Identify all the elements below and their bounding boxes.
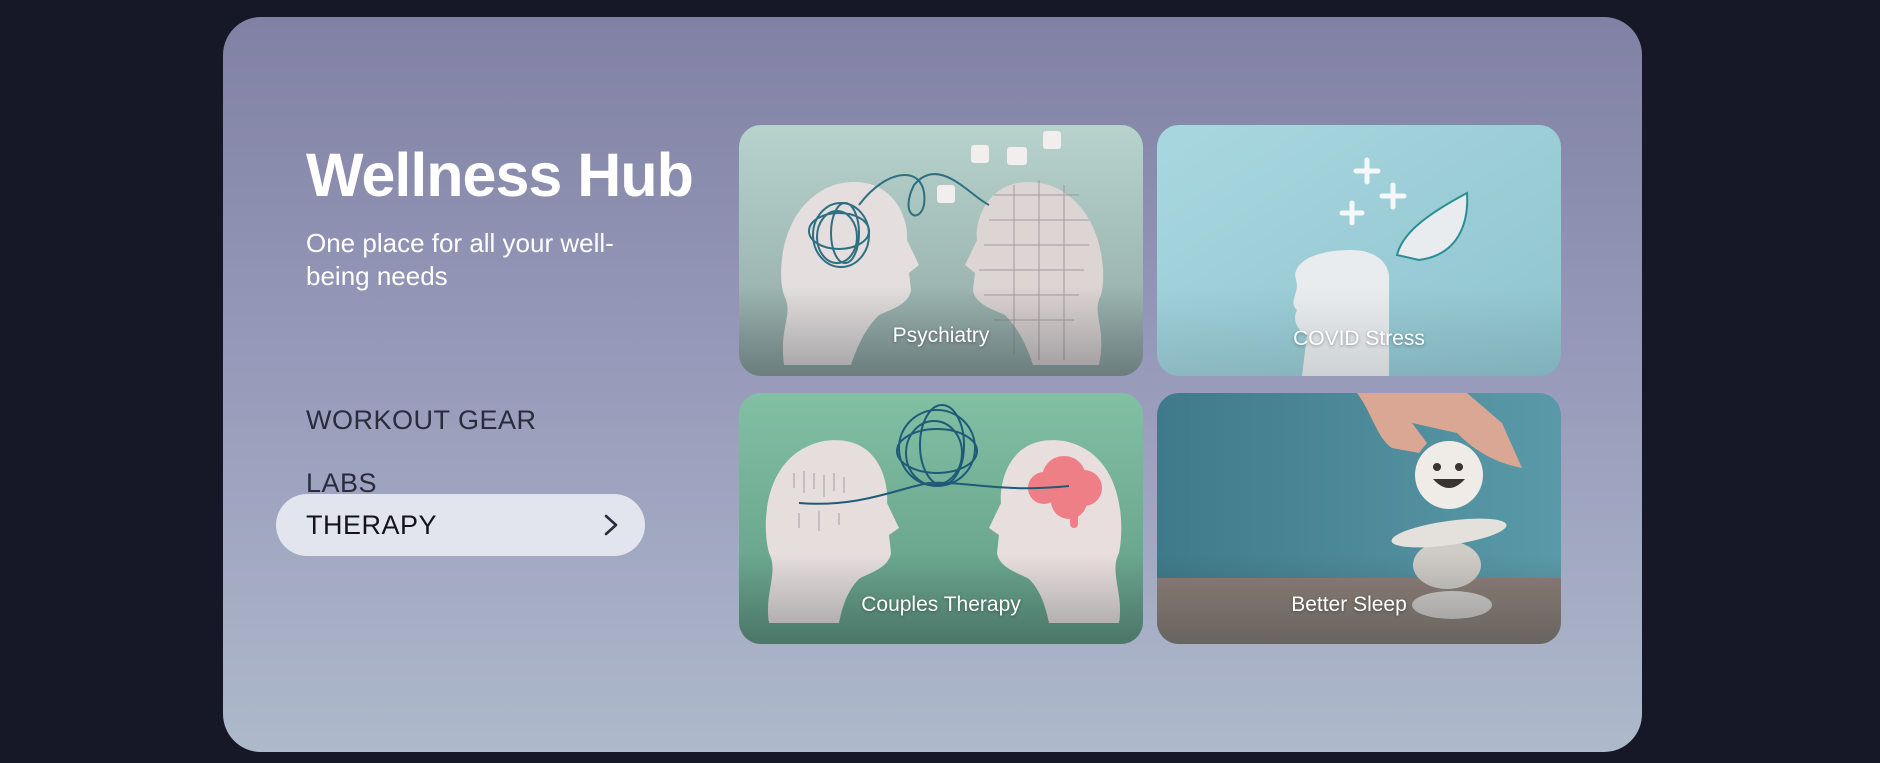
page-title: Wellness Hub [306, 141, 694, 209]
nav-item-label: THERAPY [306, 509, 438, 540]
page-subtitle: One place for all your well-being needs [306, 228, 614, 291]
card-better-sleep[interactable]: Better Sleep [1157, 393, 1561, 644]
card-label: COVID Stress [1293, 327, 1425, 350]
chevron-right-icon [604, 514, 618, 536]
card-label: Better Sleep [1291, 593, 1407, 616]
nav-item-workout-gear[interactable]: WORKOUT GEAR [276, 389, 645, 451]
nav-item-therapy[interactable]: THERAPY [276, 494, 645, 556]
card-psychiatry[interactable]: Psychiatry [739, 125, 1143, 376]
card-couples-therapy[interactable]: Couples Therapy [739, 393, 1143, 644]
card-label: Couples Therapy [861, 593, 1021, 616]
card-covid-stress[interactable]: COVID Stress [1157, 125, 1561, 376]
wellness-hub-panel: Wellness Hub One place for all your well… [223, 17, 1642, 752]
card-label: Psychiatry [892, 324, 990, 347]
nav-item-label: WORKOUT GEAR [306, 404, 537, 435]
